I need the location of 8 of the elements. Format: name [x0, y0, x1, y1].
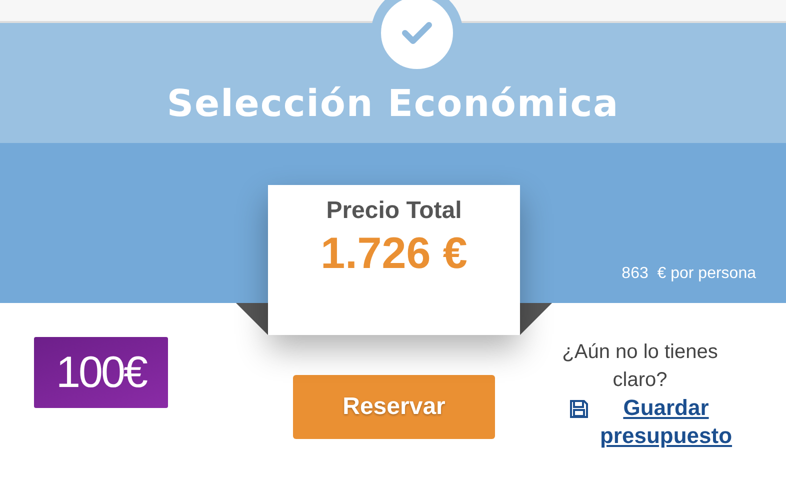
discount-badge: 100€ — [34, 337, 168, 408]
section-title: Selección Económica — [166, 82, 620, 127]
total-price: 1.726 € — [320, 229, 468, 279]
save-icon[interactable] — [569, 399, 589, 419]
price-label: Precio Total — [326, 197, 462, 225]
per-person-price: 863 € por persona — [622, 265, 757, 284]
save-budget-link[interactable]: Guardar presupuesto — [591, 394, 741, 450]
question-text: ¿Aún no lo tienes claro? — [561, 340, 719, 393]
